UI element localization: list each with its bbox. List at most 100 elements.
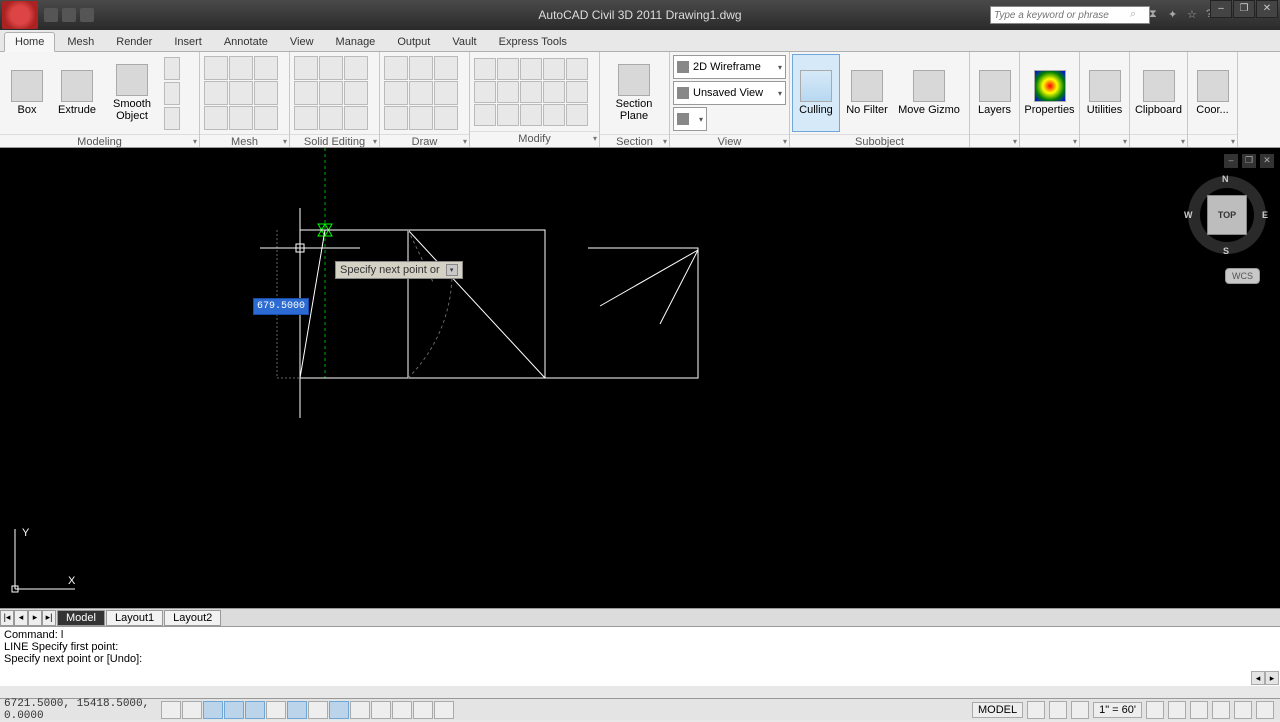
- tab-vault[interactable]: Vault: [442, 33, 486, 51]
- rectangle-icon[interactable]: [409, 81, 433, 105]
- solid-tool-icon[interactable]: [319, 106, 343, 130]
- tab-view[interactable]: View: [280, 33, 324, 51]
- solid-tool-icon[interactable]: [344, 81, 368, 105]
- qat-dropdown-icon[interactable]: [80, 8, 94, 22]
- mesh-tool-icon[interactable]: [204, 81, 228, 105]
- mesh-tool-icon[interactable]: [254, 106, 278, 130]
- polar-toggle[interactable]: [224, 701, 244, 719]
- mesh-tool-icon[interactable]: [254, 81, 278, 105]
- tab-mesh[interactable]: Mesh: [57, 33, 104, 51]
- modify-icon[interactable]: [543, 104, 565, 126]
- clean-screen-icon[interactable]: [1256, 701, 1274, 719]
- tpy-toggle[interactable]: [371, 701, 391, 719]
- solid-tool-icon[interactable]: [344, 56, 368, 80]
- viewport-config-dropdown[interactable]: ▾: [673, 107, 707, 131]
- move-gizmo-button[interactable]: Move Gizmo: [894, 54, 964, 132]
- panel-dropdown-icon[interactable]: ▾: [1013, 137, 1017, 146]
- solid-tool-icon[interactable]: [294, 81, 318, 105]
- tab-model[interactable]: Model: [57, 610, 105, 626]
- tab-annotate[interactable]: Annotate: [214, 33, 278, 51]
- sweep-icon[interactable]: [164, 107, 180, 130]
- lwt-toggle[interactable]: [350, 701, 370, 719]
- scroll-right-icon[interactable]: ▸: [1265, 671, 1279, 685]
- subscription-icon[interactable]: ⧗: [1149, 8, 1163, 22]
- help-search-input[interactable]: [990, 6, 1150, 24]
- maximize-button[interactable]: ❐: [1233, 0, 1255, 18]
- tab-nav-last-icon[interactable]: ▸|: [42, 610, 56, 626]
- mesh-tool-icon[interactable]: [204, 56, 228, 80]
- 3dosnap-toggle[interactable]: [266, 701, 286, 719]
- tab-output[interactable]: Output: [387, 33, 440, 51]
- rotate-icon[interactable]: [497, 58, 519, 80]
- copy-icon[interactable]: [566, 58, 588, 80]
- mesh-tool-icon[interactable]: [229, 56, 253, 80]
- mesh-tool-icon[interactable]: [229, 106, 253, 130]
- snap-toggle[interactable]: [161, 701, 181, 719]
- quickview-layouts-icon[interactable]: [1027, 701, 1045, 719]
- tab-layout2[interactable]: Layout2: [164, 610, 221, 626]
- tab-nav-next-icon[interactable]: ▸: [28, 610, 42, 626]
- visual-style-dropdown[interactable]: 2D Wireframe▾: [673, 55, 786, 79]
- otrack-toggle[interactable]: [287, 701, 307, 719]
- qat-open-icon[interactable]: [62, 8, 76, 22]
- am-toggle[interactable]: [434, 701, 454, 719]
- tab-express-tools[interactable]: Express Tools: [489, 33, 577, 51]
- annotation-visibility-icon[interactable]: [1146, 701, 1164, 719]
- binoculars-icon[interactable]: ⌕: [1130, 8, 1144, 22]
- panel-coordinates[interactable]: Coor...▾: [1188, 52, 1238, 147]
- app-menu-button[interactable]: [2, 1, 38, 29]
- panel-dropdown-icon[interactable]: ▾: [193, 137, 197, 146]
- offset-icon[interactable]: [497, 104, 519, 126]
- workspace-switching-icon[interactable]: [1168, 701, 1186, 719]
- scroll-left-icon[interactable]: ◂: [1251, 671, 1265, 685]
- favorites-icon[interactable]: ☆: [1187, 8, 1201, 22]
- modify-icon[interactable]: [520, 104, 542, 126]
- spline-icon[interactable]: [409, 106, 433, 130]
- modify-icon[interactable]: [566, 104, 588, 126]
- panel-dropdown-icon[interactable]: ▾: [593, 134, 597, 143]
- command-line[interactable]: Command: l LINE Specify first point: Spe…: [0, 626, 1280, 686]
- panel-dropdown-icon[interactable]: ▾: [283, 137, 287, 146]
- ortho-toggle[interactable]: [203, 701, 223, 719]
- solid-tool-icon[interactable]: [344, 106, 368, 130]
- section-plane-button[interactable]: Section Plane: [602, 54, 666, 132]
- toolbar-lock-icon[interactable]: [1190, 701, 1208, 719]
- qp-toggle[interactable]: [392, 701, 412, 719]
- panel-properties[interactable]: Properties▾: [1020, 52, 1080, 147]
- polysolid-icon[interactable]: [164, 57, 180, 80]
- panel-dropdown-icon[interactable]: ▾: [1123, 137, 1127, 146]
- solid-tool-icon[interactable]: [319, 56, 343, 80]
- smooth-object-button[interactable]: Smooth Object: [102, 54, 162, 132]
- solid-tool-icon[interactable]: [294, 106, 318, 130]
- qat-new-icon[interactable]: [44, 8, 58, 22]
- tab-manage[interactable]: Manage: [326, 33, 386, 51]
- panel-dropdown-icon[interactable]: ▾: [373, 137, 377, 146]
- panel-utilities[interactable]: Utilities▾: [1080, 52, 1130, 147]
- panel-dropdown-icon[interactable]: ▾: [1231, 137, 1235, 146]
- annotation-scale-icon[interactable]: [1071, 701, 1089, 719]
- trim-icon[interactable]: [520, 58, 542, 80]
- scale-icon[interactable]: [566, 81, 588, 103]
- panel-layers[interactable]: Layers▾: [970, 52, 1020, 147]
- tab-render[interactable]: Render: [106, 33, 162, 51]
- no-filter-button[interactable]: No Filter: [840, 54, 894, 132]
- presspull-icon[interactable]: [164, 82, 180, 105]
- sc-toggle[interactable]: [413, 701, 433, 719]
- tab-layout1[interactable]: Layout1: [106, 610, 163, 626]
- tab-insert[interactable]: Insert: [164, 33, 212, 51]
- close-button[interactable]: ✕: [1256, 0, 1278, 18]
- isolate-objects-icon[interactable]: [1234, 701, 1252, 719]
- mirror-icon[interactable]: [474, 81, 496, 103]
- stretch-icon[interactable]: [543, 81, 565, 103]
- tab-home[interactable]: Home: [4, 32, 55, 52]
- solid-tool-icon[interactable]: [294, 56, 318, 80]
- hardware-accel-icon[interactable]: [1212, 701, 1230, 719]
- panel-dropdown-icon[interactable]: ▾: [1181, 137, 1185, 146]
- circle-icon[interactable]: [384, 81, 408, 105]
- ellipse-icon[interactable]: [434, 81, 458, 105]
- model-space-indicator[interactable]: MODEL: [972, 702, 1023, 718]
- mesh-tool-icon[interactable]: [254, 56, 278, 80]
- extrude-button[interactable]: Extrude: [52, 54, 102, 132]
- prompt-dropdown-icon[interactable]: ▾: [446, 264, 458, 276]
- culling-button[interactable]: Culling: [792, 54, 840, 132]
